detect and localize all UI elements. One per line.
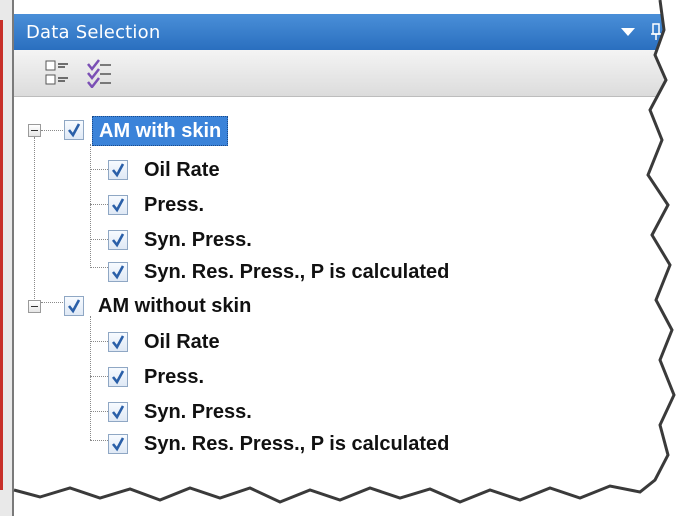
torn-edge-decoration bbox=[13, 0, 677, 516]
data-selection-window: Data Selection AM with skin Oil Rate Pre… bbox=[0, 0, 677, 516]
